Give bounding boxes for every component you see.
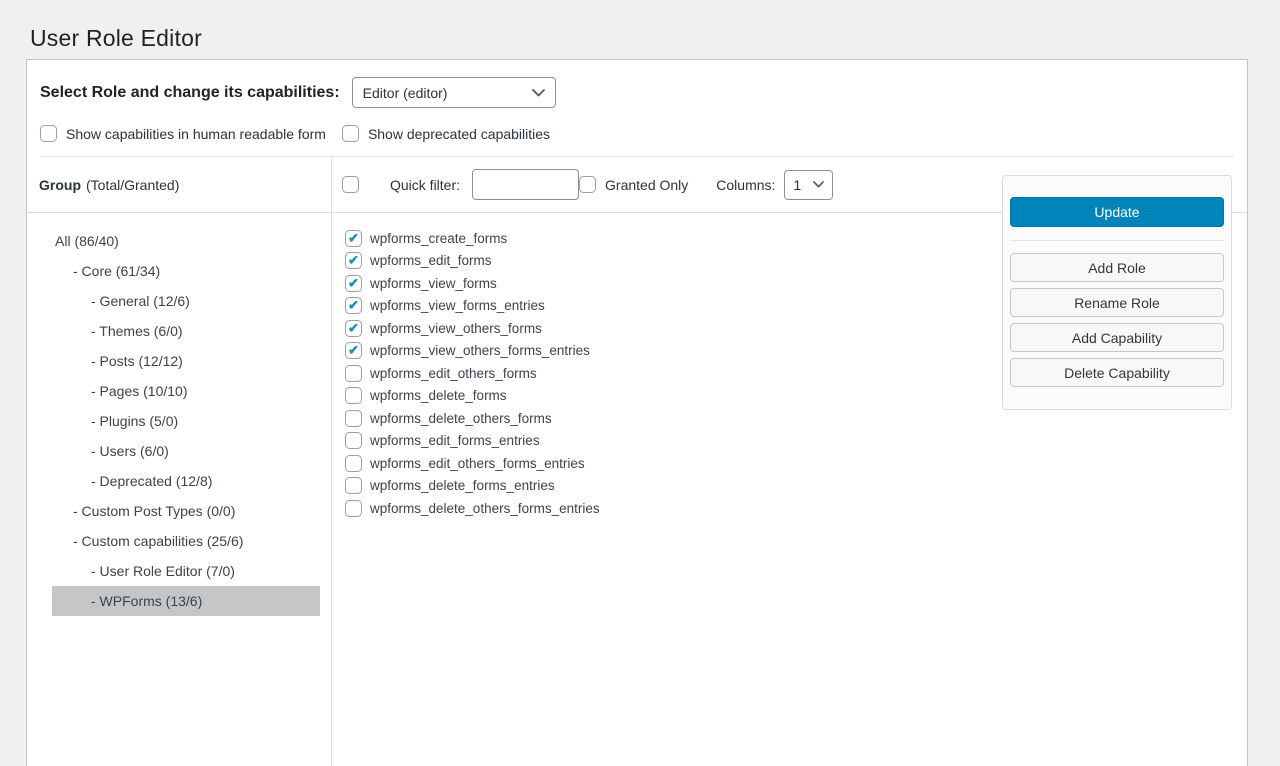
capability-checkbox-wpforms-delete-forms[interactable] bbox=[345, 387, 362, 404]
capability-checkbox-wpforms-view-others-forms-entries[interactable] bbox=[345, 342, 362, 359]
group-item-deprecated[interactable]: - Deprecated (12/8) bbox=[52, 466, 320, 496]
capability-label: wpforms_view_others_forms bbox=[370, 321, 542, 336]
update-button[interactable]: Update bbox=[1010, 197, 1224, 227]
delete-capability-button[interactable]: Delete Capability bbox=[1010, 358, 1224, 387]
group-item-posts[interactable]: - Posts (12/12) bbox=[52, 346, 320, 376]
display-options-row: Show capabilities in human readable form… bbox=[40, 125, 1233, 142]
page-title: User Role Editor bbox=[30, 25, 202, 52]
columns-select[interactable]: 1 bbox=[784, 170, 833, 200]
capability-label: wpforms_view_forms_entries bbox=[370, 298, 545, 313]
group-item-themes[interactable]: - Themes (6/0) bbox=[52, 316, 320, 346]
capability-checkbox-wpforms-create-forms[interactable] bbox=[345, 230, 362, 247]
chevron-down-icon bbox=[532, 89, 545, 97]
capability-checkbox-wpforms-view-forms[interactable] bbox=[345, 275, 362, 292]
capability-checkbox-wpforms-edit-others-forms-entries[interactable] bbox=[345, 455, 362, 472]
groups-tree: All (86/40)- Core (61/34)- General (12/6… bbox=[27, 213, 331, 616]
group-item-general[interactable]: - General (12/6) bbox=[52, 286, 320, 316]
granted-only-checkbox[interactable] bbox=[579, 176, 596, 193]
add-role-button[interactable]: Add Role bbox=[1010, 253, 1224, 282]
capability-label: wpforms_delete_forms_entries bbox=[370, 478, 555, 493]
groups-header-title: Group bbox=[39, 177, 81, 193]
group-item-all[interactable]: All (86/40) bbox=[52, 226, 320, 256]
role-selector-row: Select Role and change its capabilities:… bbox=[40, 77, 1233, 108]
capability-label: wpforms_create_forms bbox=[370, 231, 507, 246]
deprecated-option: Show deprecated capabilities bbox=[342, 125, 550, 142]
groups-header: Group (Total/Granted) bbox=[27, 157, 331, 213]
capability-checkbox-wpforms-delete-forms-entries[interactable] bbox=[345, 477, 362, 494]
actions-panel: Update Add Role Rename Role Add Capability… bbox=[1002, 175, 1232, 410]
capability-label: wpforms_view_others_forms_entries bbox=[370, 343, 590, 358]
role-select[interactable]: Editor (editor) bbox=[352, 77, 556, 108]
capability-row: wpforms_edit_others_forms_entries bbox=[345, 452, 1247, 475]
secondary-buttons: Add Role Rename Role Add Capability Delete … bbox=[1010, 253, 1224, 387]
capability-row: wpforms_edit_forms_entries bbox=[345, 430, 1247, 453]
group-item-pages[interactable]: - Pages (10/10) bbox=[52, 376, 320, 406]
group-item-custom-post-types[interactable]: - Custom Post Types (0/0) bbox=[52, 496, 320, 526]
capability-row: wpforms_delete_others_forms_entries bbox=[345, 497, 1247, 520]
capability-label: wpforms_edit_others_forms bbox=[370, 366, 537, 381]
capability-checkbox-wpforms-edit-forms[interactable] bbox=[345, 252, 362, 269]
quick-filter-input[interactable] bbox=[472, 169, 579, 200]
capability-checkbox-wpforms-view-others-forms[interactable] bbox=[345, 320, 362, 337]
groups-column: Group (Total/Granted) All (86/40)- Core … bbox=[27, 157, 332, 766]
actions-divider bbox=[1010, 240, 1224, 241]
capability-label: wpforms_edit_others_forms_entries bbox=[370, 456, 585, 471]
human-readable-label: Show capabilities in human readable form bbox=[66, 126, 326, 142]
top-section: Select Role and change its capabilities:… bbox=[27, 60, 1247, 142]
capability-checkbox-wpforms-delete-others-forms-entries[interactable] bbox=[345, 500, 362, 517]
capability-row: wpforms_delete_forms_entries bbox=[345, 475, 1247, 498]
capability-checkbox-wpforms-edit-others-forms[interactable] bbox=[345, 365, 362, 382]
capability-label: wpforms_delete_others_forms bbox=[370, 411, 552, 426]
human-readable-option: Show capabilities in human readable form bbox=[40, 125, 326, 142]
capability-label: wpforms_delete_forms bbox=[370, 388, 507, 403]
human-readable-checkbox[interactable] bbox=[40, 125, 57, 142]
group-item-custom-capabilities[interactable]: - Custom capabilities (25/6) bbox=[52, 526, 320, 556]
capability-label: wpforms_edit_forms_entries bbox=[370, 433, 540, 448]
capability-label: wpforms_delete_others_forms_entries bbox=[370, 501, 600, 516]
add-capability-button[interactable]: Add Capability bbox=[1010, 323, 1224, 352]
capability-label: wpforms_view_forms bbox=[370, 276, 497, 291]
group-item-wpforms[interactable]: - WPForms (13/6) bbox=[52, 586, 320, 616]
capability-row: wpforms_delete_others_forms bbox=[345, 407, 1247, 430]
main-panel: Select Role and change its capabilities:… bbox=[26, 59, 1248, 766]
group-item-core[interactable]: - Core (61/34) bbox=[52, 256, 320, 286]
capability-checkbox-wpforms-delete-others-forms[interactable] bbox=[345, 410, 362, 427]
user-role-editor-page: User Role Editor Select Role and change … bbox=[0, 0, 1280, 766]
quick-filter-label: Quick filter: bbox=[390, 177, 460, 193]
columns-select-value: 1 bbox=[793, 177, 801, 193]
rename-role-button[interactable]: Rename Role bbox=[1010, 288, 1224, 317]
deprecated-label: Show deprecated capabilities bbox=[368, 126, 550, 142]
group-item-plugins[interactable]: - Plugins (5/0) bbox=[52, 406, 320, 436]
capability-checkbox-wpforms-view-forms-entries[interactable] bbox=[345, 297, 362, 314]
content-area: Group (Total/Granted) All (86/40)- Core … bbox=[27, 157, 1247, 766]
select-all-checkbox[interactable] bbox=[342, 176, 359, 193]
groups-header-suffix: (Total/Granted) bbox=[86, 177, 179, 193]
chevron-down-icon bbox=[813, 181, 824, 188]
capabilities-column: Quick filter: Granted Only Columns: 1 wp… bbox=[332, 157, 1247, 766]
group-item-users[interactable]: - Users (6/0) bbox=[52, 436, 320, 466]
capability-label: wpforms_edit_forms bbox=[370, 253, 492, 268]
role-select-value: Editor (editor) bbox=[363, 85, 448, 101]
granted-only-label: Granted Only bbox=[605, 177, 688, 193]
group-item-user-role-editor[interactable]: - User Role Editor (7/0) bbox=[52, 556, 320, 586]
capability-checkbox-wpforms-edit-forms-entries[interactable] bbox=[345, 432, 362, 449]
columns-label: Columns: bbox=[716, 177, 775, 193]
deprecated-checkbox[interactable] bbox=[342, 125, 359, 142]
select-role-label: Select Role and change its capabilities: bbox=[40, 84, 340, 102]
